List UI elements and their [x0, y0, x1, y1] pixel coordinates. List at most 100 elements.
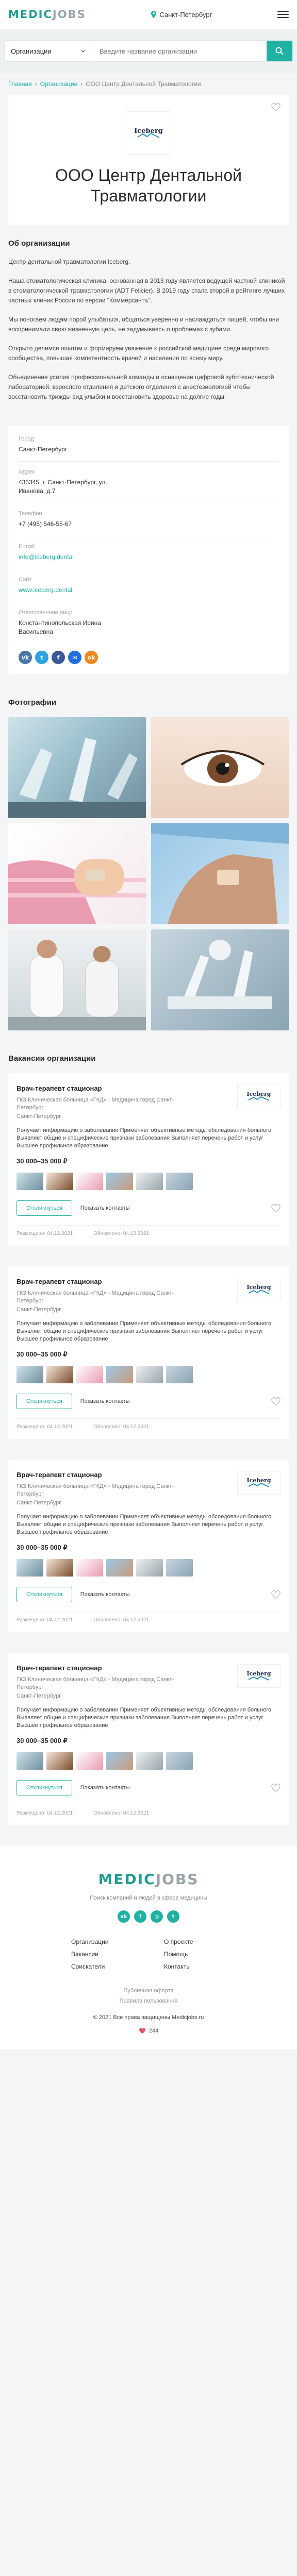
vacancy-thumb[interactable]	[136, 1173, 163, 1190]
svg-text:Iceberg: Iceberg	[246, 1284, 271, 1291]
respond-button[interactable]: Откликнуться	[16, 1394, 72, 1409]
mail-icon[interactable]: ✉	[68, 651, 81, 664]
vacancy-dates: Размещено: 04.12.2021 Обновлено: 04.12.2…	[16, 1418, 280, 1430]
city-selector[interactable]: Санкт-Петербург	[151, 11, 212, 19]
breadcrumb: Главная › Организации › ООО Центр Дентал…	[0, 73, 297, 95]
email-link[interactable]: info@iceberg.dental	[19, 553, 74, 561]
show-contacts-button[interactable]: Показать контакты	[80, 1205, 130, 1211]
vacancy-thumb[interactable]	[76, 1752, 103, 1770]
vacancy-card[interactable]: Врач-терапевт стационар ГКЗ Клиническая …	[8, 1073, 289, 1246]
vacancy-thumb[interactable]	[46, 1366, 73, 1383]
city-name: Санкт-Петербург	[159, 10, 212, 19]
favorite-heart-icon[interactable]	[271, 1204, 280, 1212]
vacancy-thumbs	[16, 1173, 280, 1190]
vacancy-title[interactable]: Врач-терапевт стационар	[16, 1471, 182, 1479]
facebook-icon[interactable]: f	[134, 1910, 146, 1923]
respond-button[interactable]: Откликнуться	[16, 1587, 72, 1602]
vacancy-thumb[interactable]	[106, 1559, 133, 1577]
vacancy-thumb[interactable]	[136, 1752, 163, 1770]
vk-icon[interactable]: vk	[118, 1910, 130, 1923]
photo-lab-workers[interactable]	[8, 929, 146, 1030]
footer-link-applicants[interactable]: Соискатели	[71, 1963, 133, 1970]
breadcrumb-current: ООО Центр Дентальной Травматологии	[86, 80, 201, 88]
vacancy-thumb[interactable]	[16, 1752, 43, 1770]
vacancy-thumb[interactable]	[166, 1559, 193, 1577]
vacancy-thumb[interactable]	[46, 1559, 73, 1577]
vacancy-thumb[interactable]	[166, 1366, 193, 1383]
show-contacts-button[interactable]: Показать контакты	[80, 1398, 130, 1404]
breadcrumb-orgs[interactable]: Организации	[40, 80, 78, 88]
menu-icon[interactable]	[277, 11, 289, 18]
vacancy-thumb[interactable]	[16, 1366, 43, 1383]
vacancy-thumb[interactable]	[46, 1173, 73, 1190]
show-contacts-button[interactable]: Показать контакты	[80, 1591, 130, 1598]
vacancies-title: Вакансии организации	[8, 1054, 96, 1063]
vacancy-card[interactable]: Врач-терапевт стационар ГКЗ Клиническая …	[8, 1653, 289, 1825]
site-header: MEDICJOBS Санкт-Петербург	[0, 0, 297, 29]
breadcrumb-home[interactable]: Главная	[8, 80, 32, 88]
vacancy-thumb[interactable]	[166, 1173, 193, 1190]
facebook-icon[interactable]: f	[52, 651, 65, 664]
respond-button[interactable]: Откликнуться	[16, 1780, 72, 1795]
search-input[interactable]	[92, 41, 267, 61]
vacancy-thumb[interactable]	[76, 1173, 103, 1190]
vacancy-thumb[interactable]	[166, 1752, 193, 1770]
favorite-heart-icon[interactable]	[271, 1397, 280, 1405]
respond-button[interactable]: Откликнуться	[16, 1200, 72, 1216]
vacancy-card[interactable]: Врач-терапевт стационар ГКЗ Клиническая …	[8, 1460, 289, 1632]
vacancy-thumb[interactable]	[76, 1559, 103, 1577]
vacancy-posted-date: Размещено: 04.12.2021	[16, 1424, 73, 1430]
vacancy-thumb[interactable]	[46, 1752, 73, 1770]
telegram-icon[interactable]: t	[35, 651, 48, 664]
favorite-heart-icon[interactable]	[271, 1590, 280, 1599]
footer-link-about[interactable]: О проекте	[164, 1938, 226, 1945]
odnoklassniki-icon[interactable]: ok	[85, 651, 98, 664]
vacancy-thumb[interactable]	[106, 1366, 133, 1383]
offer-link[interactable]: Публичная оферта	[123, 1988, 173, 1994]
footer-link-vacancies[interactable]: Вакансии	[71, 1951, 133, 1958]
photos-title: Фотографии	[8, 698, 57, 707]
vacancy-card[interactable]: Врач-терапевт стационар ГКЗ Клиническая …	[8, 1266, 289, 1439]
site-link[interactable]: www.iceberg.dental	[19, 586, 72, 594]
footer-link-help[interactable]: Помощь	[164, 1951, 226, 1958]
vacancy-title[interactable]: Врач-терапевт стационар	[16, 1278, 182, 1285]
vacancy-city: Санкт-Петербург	[16, 1500, 61, 1506]
photo-surgery-robot[interactable]	[8, 717, 146, 818]
vacancy-thumbs	[16, 1559, 280, 1577]
vacancy-thumb[interactable]	[106, 1752, 133, 1770]
likes-counter[interactable]: 244	[8, 2028, 289, 2034]
contact-email: E-mail info@iceberg.dental	[19, 536, 278, 569]
instagram-icon[interactable]: ◎	[151, 1910, 163, 1923]
vacancy-logo: Iceberg	[237, 1278, 280, 1301]
show-contacts-button[interactable]: Показать контакты	[80, 1785, 130, 1791]
vacancy-dates: Размещено: 04.12.2021 Обновлено: 04.12.2…	[16, 1612, 280, 1623]
phone-link[interactable]: +7 (495) 546-55-67	[19, 520, 278, 529]
photo-arm-plaster[interactable]	[151, 823, 289, 924]
vacancy-thumb[interactable]	[136, 1366, 163, 1383]
iceberg-logo-icon: Iceberg	[246, 1091, 271, 1101]
footer-link-orgs[interactable]: Организации	[71, 1938, 133, 1945]
favorite-heart-icon[interactable]	[271, 1784, 280, 1792]
vacancy-title[interactable]: Врач-терапевт стационар	[16, 1664, 182, 1672]
footer-link-contacts[interactable]: Контакты	[164, 1963, 226, 1970]
vacancy-title[interactable]: Врач-терапевт стационар	[16, 1084, 182, 1092]
rules-link[interactable]: Правила пользования	[120, 1998, 178, 2004]
vk-icon[interactable]: vk	[19, 651, 32, 664]
vacancy-logo: Iceberg	[237, 1471, 280, 1495]
site-logo[interactable]: MEDICJOBS	[8, 8, 86, 21]
footer-logo[interactable]: MEDICJOBS	[98, 1871, 199, 1888]
search-bar: Организации	[4, 40, 293, 62]
vacancy-thumb[interactable]	[76, 1366, 103, 1383]
photo-operating-room[interactable]	[151, 929, 289, 1030]
vacancy-thumb[interactable]	[16, 1559, 43, 1577]
photo-child-bandage[interactable]	[8, 823, 146, 924]
vacancy-thumb[interactable]	[16, 1173, 43, 1190]
telegram-icon[interactable]: t	[167, 1910, 179, 1923]
iceberg-logo-icon: Iceberg	[134, 127, 163, 138]
search-button[interactable]	[267, 41, 292, 61]
search-category-select[interactable]: Организации	[5, 41, 92, 61]
vacancy-thumb[interactable]	[136, 1559, 163, 1577]
vacancy-thumb[interactable]	[106, 1173, 133, 1190]
photo-eye-closeup[interactable]	[151, 717, 289, 818]
favorite-heart-icon[interactable]	[271, 103, 280, 111]
